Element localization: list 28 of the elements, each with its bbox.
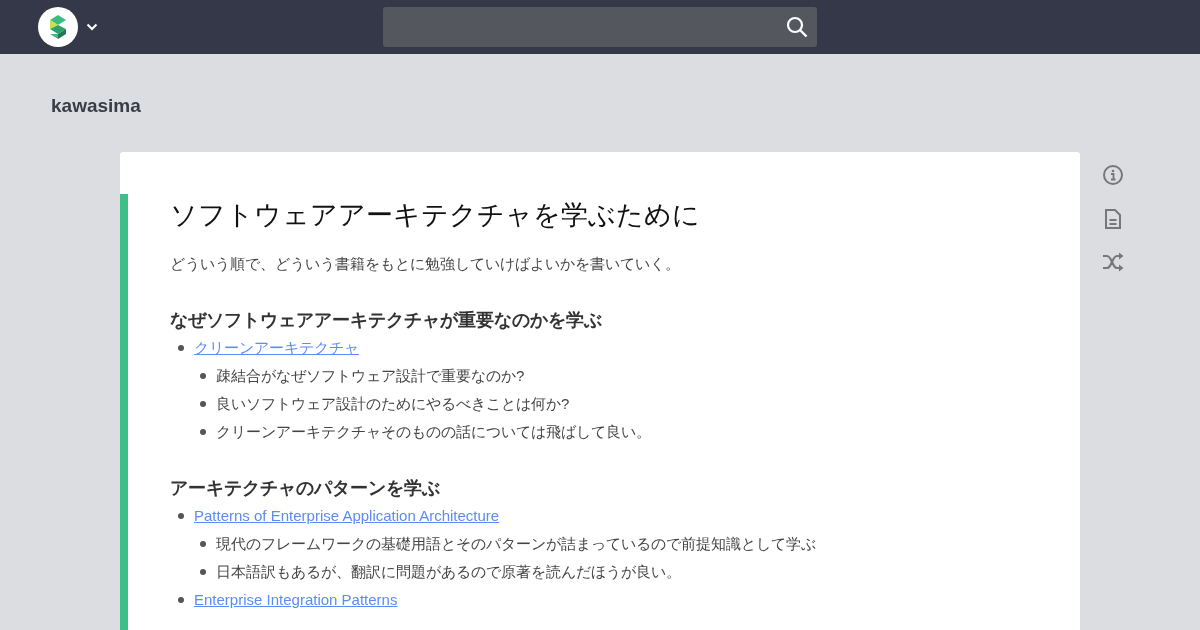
bullet-icon [200, 541, 206, 547]
page-link[interactable]: Patterns of Enterprise Application Architecture [194, 504, 500, 528]
bullet-icon [200, 373, 206, 379]
page-link[interactable]: Enterprise Integration Patterns [194, 588, 398, 612]
project-name[interactable]: kawasima [51, 95, 141, 116]
page-title: ソフトウェアアーキテクチャを学ぶために [170, 199, 701, 232]
logo-icon[interactable] [38, 7, 78, 47]
section-heading: なぜソフトウェアアーキテクチャが重要なのかを学ぶ [170, 309, 603, 332]
page-link[interactable]: クリーンアーキテクチャ [194, 336, 359, 360]
list-item-text: 日本語訳もあるが、翻訳に問題があるので原著を読んだほうが良い。 [216, 561, 681, 582]
bullet-icon [178, 597, 184, 603]
search-field[interactable] [383, 7, 817, 47]
bullet-icon [200, 429, 206, 435]
list-item-text: クリーンアーキテクチャそのものの話については飛ばして良い。 [216, 421, 651, 442]
paragraph-text: どういう順で、どういう書籍をもとに勉強していけばよいかを書いていく。 [170, 254, 681, 274]
bullet-icon [178, 513, 184, 519]
list-item-text: 現代のフレームワークの基礎用語とそのパターンが詰まっているので前提知識として学ぶ [216, 533, 816, 554]
section-heading: アーキテクチャのパターンを学ぶ [170, 477, 441, 500]
bullet-icon [200, 401, 206, 407]
chevron-down-icon[interactable] [86, 23, 98, 31]
document-icon[interactable] [1103, 208, 1123, 230]
bullet-icon [200, 569, 206, 575]
bullet-icon [178, 345, 184, 351]
search-icon[interactable] [786, 16, 808, 38]
shuffle-icon[interactable] [1102, 252, 1124, 272]
list-item-text: 良いソフトウェア設計のためにやるべきことは何か? [216, 393, 570, 414]
info-icon[interactable] [1102, 164, 1124, 186]
list-item-text: 疎結合がなぜソフトウェア設計で重要なのか? [216, 365, 525, 386]
